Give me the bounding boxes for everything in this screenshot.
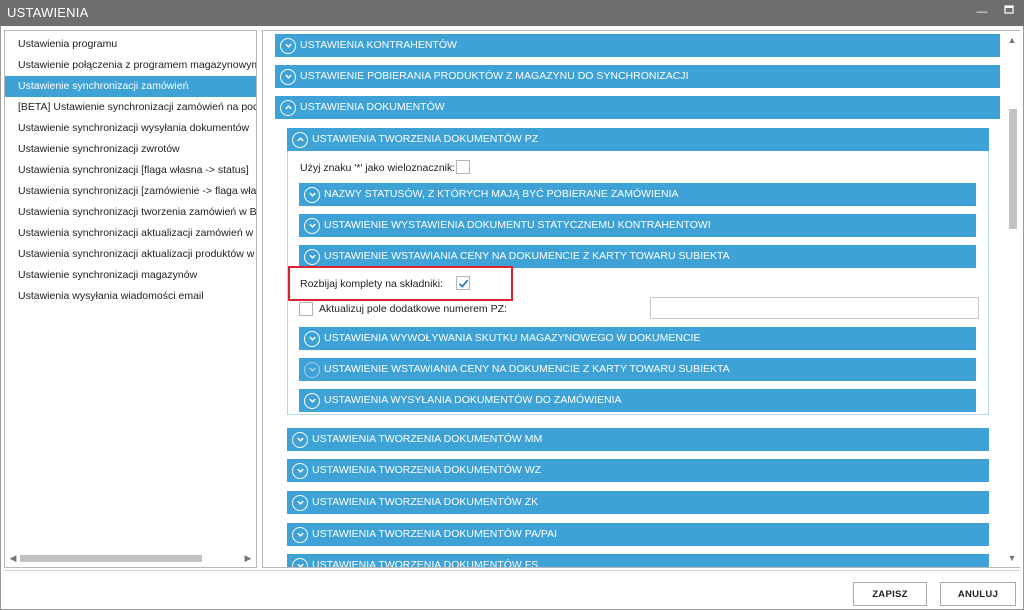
content-vertical-scrollbar[interactable]: ▲ ▼ bbox=[1004, 31, 1020, 567]
section-title: USTAWIENIA TWORZENIA DOKUMENTÓW FS bbox=[312, 559, 539, 568]
category-item-warehouses[interactable]: Ustawienie synchronizacji magazynów bbox=[5, 265, 256, 286]
cancel-button[interactable]: ANULUJ bbox=[940, 582, 1016, 606]
chevron-down-icon bbox=[304, 248, 320, 265]
category-item-order-flag[interactable]: Ustawienia synchronizacji [zamówienie ->… bbox=[5, 181, 256, 202]
section-title: USTAWIENIA TWORZENIA DOKUMENTÓW PA/PAI bbox=[312, 528, 558, 540]
left-horizontal-scrollbar[interactable]: ◀ ▶ bbox=[5, 550, 256, 567]
vertical-scroll-thumb[interactable] bbox=[1009, 109, 1017, 229]
section-pobierania[interactable]: USTAWIENIE POBIERANIA PRODUKTÓW Z MAGAZY… bbox=[275, 65, 1000, 88]
subsection-title: USTAWIENIA WYWOŁYWANIA SKUTKU MAGAZYNOWE… bbox=[324, 332, 701, 344]
section-zk[interactable]: USTAWIENIA TWORZENIA DOKUMENTÓW ZK bbox=[287, 491, 989, 514]
category-item-flag-status[interactable]: Ustawienia synchronizacji [flaga własna … bbox=[5, 160, 256, 181]
category-item-beta-order-sync[interactable]: [BETA] Ustawienie synchronizacji zamówie… bbox=[5, 97, 256, 118]
chevron-down-icon bbox=[292, 431, 308, 448]
category-item-order-sync[interactable]: Ustawienie synchronizacji zamówień bbox=[5, 76, 256, 97]
section-wz[interactable]: USTAWIENIA TWORZENIA DOKUMENTÓW WZ bbox=[287, 459, 989, 482]
section-pz[interactable]: USTAWIENIA TWORZENIA DOKUMENTÓW PZ bbox=[287, 128, 989, 151]
scroll-up-icon[interactable]: ▲ bbox=[1007, 35, 1017, 45]
scroll-down-icon[interactable]: ▼ bbox=[1007, 553, 1017, 563]
section-pa[interactable]: USTAWIENIA TWORZENIA DOKUMENTÓW PA/PAI bbox=[287, 523, 989, 546]
category-item-document-sending[interactable]: Ustawienie synchronizacji wysyłania doku… bbox=[5, 118, 256, 139]
scroll-right-icon[interactable]: ▶ bbox=[243, 553, 253, 563]
chevron-down-icon bbox=[292, 494, 308, 511]
category-items: Ustawienia programu Ustawienie połączeni… bbox=[5, 34, 256, 307]
chevron-up-icon bbox=[280, 99, 296, 116]
settings-content-panel: USTAWIENIA KONTRAHENTÓW USTAWIENIE POBIE… bbox=[262, 30, 1020, 568]
category-item-program[interactable]: Ustawienia programu bbox=[5, 34, 256, 55]
split-kits-checkbox[interactable] bbox=[456, 276, 470, 290]
category-item-update-products-base[interactable]: Ustawienia synchronizacji aktualizacji p… bbox=[5, 244, 256, 265]
update-field-checkbox[interactable] bbox=[299, 302, 313, 316]
wildcard-label: Użyj znaku '*' jako wieloznacznik: bbox=[300, 162, 456, 174]
subsection-statusy[interactable]: NAZWY STATUSÓW, Z KTÓRYCH MAJĄ BYĆ POBIE… bbox=[299, 183, 976, 206]
footer-divider bbox=[4, 570, 1020, 571]
chevron-up-icon bbox=[292, 131, 308, 148]
update-field-input[interactable] bbox=[650, 297, 979, 319]
category-item-update-orders-base[interactable]: Ustawienia synchronizacji aktualizacji z… bbox=[5, 223, 256, 244]
subsection-title: USTAWIENIA WYSYŁANIA DOKUMENTÓW DO ZAMÓW… bbox=[324, 394, 622, 406]
subsection-ceny-2[interactable]: USTAWIENIE WSTAWIANIA CENY NA DOKUMENCIE… bbox=[299, 358, 976, 381]
section-title: USTAWIENIA TWORZENIA DOKUMENTÓW MM bbox=[312, 433, 543, 445]
section-title: USTAWIENIA TWORZENIA DOKUMENTÓW PZ bbox=[312, 133, 539, 145]
section-fs[interactable]: USTAWIENIA TWORZENIA DOKUMENTÓW FS bbox=[287, 554, 989, 568]
minimize-icon[interactable]: — bbox=[975, 5, 989, 19]
chevron-down-icon bbox=[304, 392, 320, 409]
chevron-down-icon bbox=[304, 330, 320, 347]
chevron-down-icon bbox=[292, 557, 308, 567]
update-field-label: Aktualizuj pole dodatkowe numerem PZ: bbox=[319, 303, 507, 315]
subsection-ceny[interactable]: USTAWIENIE WSTAWIANIA CENY NA DOKUMENCIE… bbox=[299, 245, 976, 268]
category-item-email[interactable]: Ustawienia wysyłania wiadomości email bbox=[5, 286, 256, 307]
wildcard-checkbox[interactable] bbox=[456, 160, 470, 174]
checkmark-icon bbox=[458, 279, 469, 288]
horizontal-scroll-thumb[interactable] bbox=[20, 555, 202, 562]
chevron-down-icon bbox=[304, 361, 320, 378]
subsection-title: NAZWY STATUSÓW, Z KTÓRYCH MAJĄ BYĆ POBIE… bbox=[324, 188, 679, 200]
category-item-connection[interactable]: Ustawienie połączenia z programem magazy… bbox=[5, 55, 256, 76]
subsection-wysylania[interactable]: USTAWIENIA WYSYŁANIA DOKUMENTÓW DO ZAMÓW… bbox=[299, 389, 976, 412]
category-item-returns[interactable]: Ustawienie synchronizacji zwrotów bbox=[5, 139, 256, 160]
subsection-kontrahent[interactable]: USTAWIENIE WYSTAWIENIA DOKUMENTU STATYCZ… bbox=[299, 214, 976, 237]
subsection-title: USTAWIENIE WSTAWIANIA CENY NA DOKUMENCIE… bbox=[324, 250, 730, 262]
section-title: USTAWIENIA DOKUMENTÓW bbox=[300, 101, 445, 113]
subsection-skutek[interactable]: USTAWIENIA WYWOŁYWANIA SKUTKU MAGAZYNOWE… bbox=[299, 327, 976, 350]
window-titlebar: USTAWIENIA — bbox=[0, 0, 1024, 26]
section-title: USTAWIENIA TWORZENIA DOKUMENTÓW ZK bbox=[312, 496, 539, 508]
chevron-down-icon bbox=[292, 526, 308, 543]
maximize-icon[interactable] bbox=[1002, 5, 1016, 19]
window-title: USTAWIENIA bbox=[7, 5, 89, 20]
section-mm[interactable]: USTAWIENIA TWORZENIA DOKUMENTÓW MM bbox=[287, 428, 989, 451]
section-dokumentow[interactable]: USTAWIENIA DOKUMENTÓW bbox=[275, 96, 1000, 119]
chevron-down-icon bbox=[292, 462, 308, 479]
section-kontrahentow[interactable]: USTAWIENIA KONTRAHENTÓW bbox=[275, 34, 1000, 57]
split-kits-label: Rozbijaj komplety na składniki: bbox=[300, 278, 443, 290]
category-item-create-orders-base[interactable]: Ustawienia synchronizacji tworzenia zamó… bbox=[5, 202, 256, 223]
save-button[interactable]: ZAPISZ bbox=[853, 582, 927, 606]
section-title: USTAWIENIA TWORZENIA DOKUMENTÓW WZ bbox=[312, 464, 542, 476]
section-title: USTAWIENIA KONTRAHENTÓW bbox=[300, 39, 457, 51]
scroll-left-icon[interactable]: ◀ bbox=[8, 553, 18, 563]
subsection-title: USTAWIENIE WSTAWIANIA CENY NA DOKUMENCIE… bbox=[324, 363, 730, 375]
chevron-down-icon bbox=[280, 68, 296, 85]
chevron-down-icon bbox=[280, 37, 296, 54]
chevron-down-icon bbox=[304, 186, 320, 203]
subsection-title: USTAWIENIE WYSTAWIENIA DOKUMENTU STATYCZ… bbox=[324, 219, 711, 231]
settings-category-list[interactable]: Ustawienia programu Ustawienie połączeni… bbox=[4, 30, 257, 568]
section-title: USTAWIENIE POBIERANIA PRODUKTÓW Z MAGAZY… bbox=[300, 70, 689, 82]
chevron-down-icon bbox=[304, 217, 320, 234]
